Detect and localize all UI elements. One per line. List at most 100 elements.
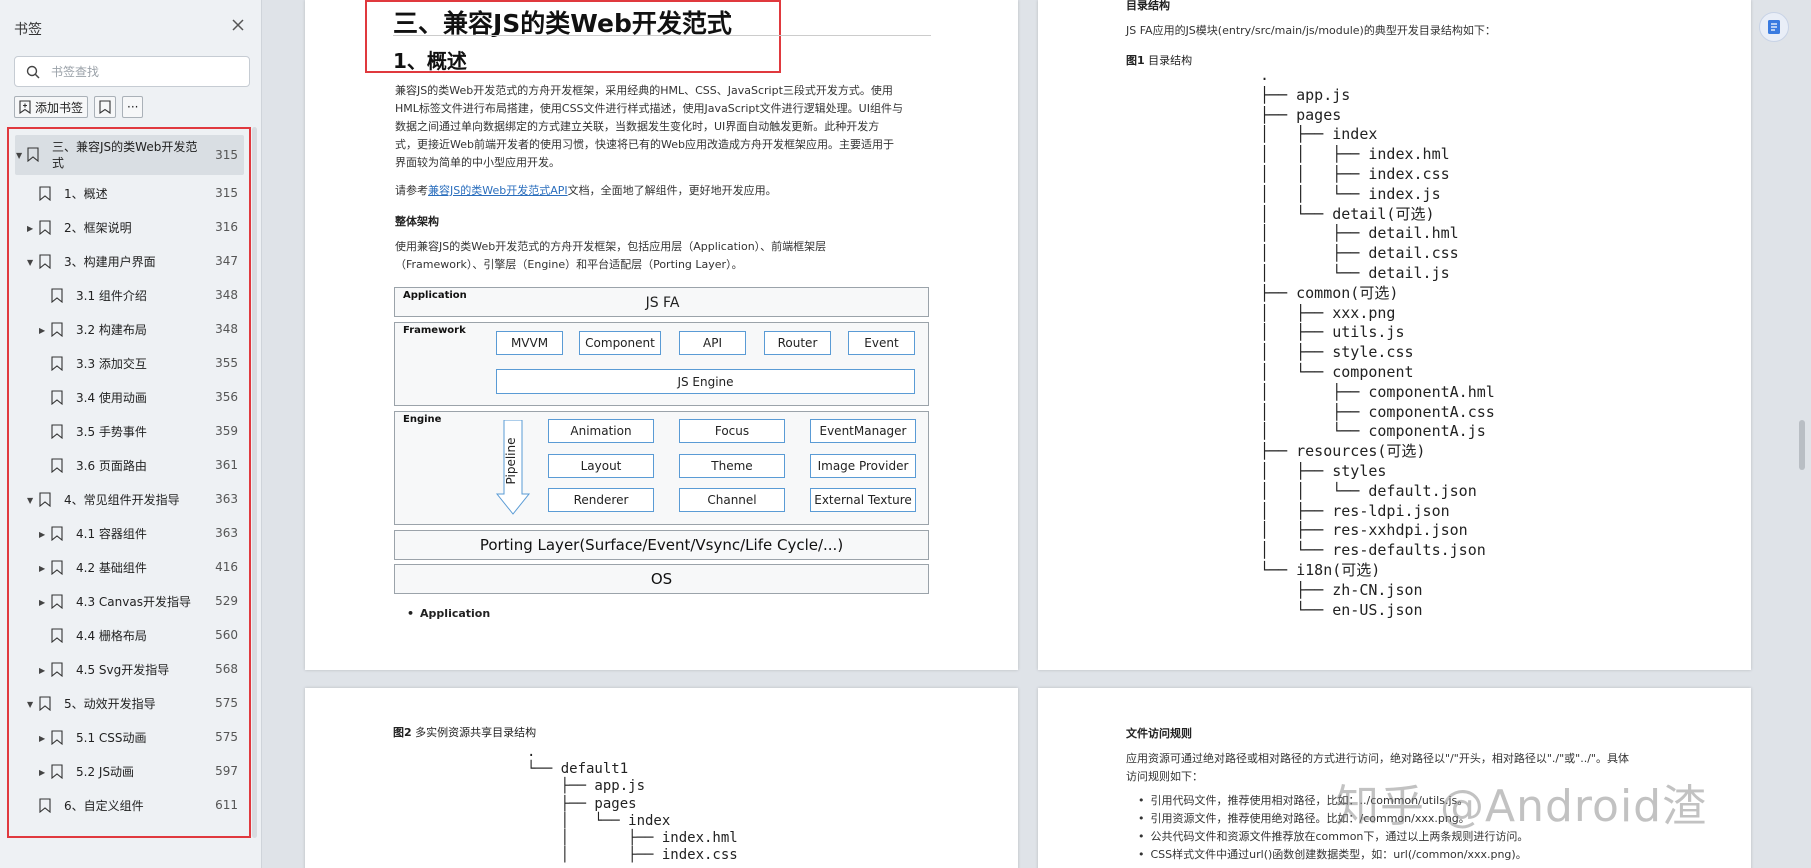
chevron-right-icon[interactable] — [27, 789, 37, 823]
bookmark-icon — [51, 424, 63, 443]
tree-line: . — [1260, 66, 1270, 84]
chevron-right-icon[interactable] — [39, 381, 49, 415]
figure-label: 图1 — [1126, 54, 1145, 67]
sidebar-item-page: 529 — [215, 594, 238, 608]
api-doc-link[interactable]: 兼容JS的类Web开发范式API — [428, 184, 568, 197]
tree-line: │ ├── style.css — [1260, 343, 1414, 362]
add-bookmark-button[interactable]: 添加书签 — [14, 96, 89, 118]
tree-line: ├── common(可选) — [1260, 283, 1399, 302]
sidebar-item[interactable]: 3.6 页面路由 361 — [15, 449, 244, 483]
sidebar-item[interactable]: 1、概述 315 — [15, 177, 244, 211]
sidebar-item[interactable]: ▶ 4.1 容器组件 363 — [15, 517, 244, 551]
chevron-right-icon[interactable] — [39, 449, 49, 483]
chevron-down-icon[interactable]: ▼ — [27, 245, 37, 279]
bookmark-button[interactable] — [94, 96, 117, 118]
tree-line: ├── zh-CN.json — [1260, 580, 1423, 599]
chevron-right-icon[interactable] — [39, 279, 49, 313]
sidebar-item[interactable]: ▶ 2、框架说明 316 — [15, 211, 244, 245]
chevron-down-icon[interactable]: ▼ — [16, 135, 26, 175]
sidebar-item[interactable]: ▶ 3.2 构建布局 348 — [15, 313, 244, 347]
sidebar-item[interactable]: ▶ 5.1 CSS动画 575 — [15, 721, 244, 755]
sidebar-item-page: 597 — [215, 764, 238, 778]
bookmark-icon — [51, 356, 63, 375]
architecture-description: 使用兼容JS的类Web开发范式的方舟开发框架，包括应用层（Application… — [395, 238, 955, 274]
sidebar-item-label: 5.1 CSS动画 — [76, 731, 147, 745]
engine-cell-renderer: Renderer — [548, 488, 654, 512]
sidebar-item-page: 347 — [215, 254, 238, 268]
bookmark-icon — [39, 254, 51, 273]
bookmark-icon — [51, 628, 63, 647]
chevron-right-icon[interactable] — [39, 619, 49, 653]
chevron-down-icon[interactable]: ▼ — [27, 687, 37, 721]
engine-cell-external-texture: External Texture — [810, 488, 916, 512]
sidebar-item[interactable]: 4.4 栅格布局 560 — [15, 619, 244, 653]
framework-layer: Framework MVVM Component API Router Even… — [394, 322, 929, 406]
bookmark-float-button[interactable] — [1759, 12, 1789, 42]
sidebar-item[interactable]: ▼ 5、动效开发指导 575 — [15, 687, 244, 721]
sidebar-item[interactable]: ▶ 4.2 基础组件 416 — [15, 551, 244, 585]
sidebar-item[interactable]: ▼ 4、常见组件开发指导 363 — [15, 483, 244, 517]
sidebar-item-label: 3.4 使用动画 — [76, 391, 147, 405]
bookmark-icon — [39, 798, 51, 817]
sidebar-item[interactable]: 6、自定义组件 611 — [15, 789, 244, 823]
chevron-right-icon[interactable]: ▶ — [39, 313, 49, 347]
chevron-right-icon[interactable] — [39, 347, 49, 381]
sidebar-item[interactable]: ▶ 4.3 Canvas开发指导 529 — [15, 585, 244, 619]
sidebar-item-page: 361 — [215, 458, 238, 472]
chevron-right-icon[interactable]: ▶ — [39, 551, 49, 585]
text-line: 使用兼容JS的类Web开发范式的方舟开发框架，包括应用层（Application… — [395, 240, 827, 253]
sidebar-item[interactable]: 3.4 使用动画 356 — [15, 381, 244, 415]
tree-line: │ ├── res-ldpi.json — [1260, 501, 1450, 520]
sidebar-item-label: 4.5 Svg开发指导 — [76, 663, 170, 677]
chevron-right-icon[interactable]: ▶ — [27, 211, 37, 245]
sidebar-item-page: 416 — [215, 560, 238, 574]
chevron-right-icon[interactable] — [27, 177, 37, 211]
sidebar-item-page: 363 — [215, 492, 238, 506]
close-icon[interactable] — [230, 17, 246, 33]
tree-line: ├── pages — [527, 795, 637, 812]
document-scrollbar[interactable] — [1799, 420, 1805, 470]
text-line: 式，更接近Web前端开发者的使用习惯，快速将已有的Web应用改造成方舟开发框架应… — [395, 138, 894, 151]
sidebar-item-label: 4.2 基础组件 — [76, 561, 147, 575]
tree-line: │ │ └── index.js — [1260, 184, 1441, 203]
chevron-right-icon[interactable] — [39, 415, 49, 449]
sidebar-item-label: 1、概述 — [64, 187, 108, 201]
tree-line: │ ├── index — [1260, 125, 1378, 144]
bookmark-icon — [51, 458, 63, 477]
bookmark-icon — [51, 526, 63, 545]
sidebar-item-label: 3.1 组件介绍 — [76, 289, 147, 303]
sidebar-item[interactable]: 3.5 手势事件 359 — [15, 415, 244, 449]
tree-line: └── en-US.json — [1260, 600, 1423, 619]
sidebar-item[interactable]: ▼ 三、兼容JS的类Web开发范式 315 — [15, 135, 244, 175]
application-layer: Application JS FA — [394, 287, 929, 317]
engine-cell-theme: Theme — [679, 454, 785, 478]
sidebar-scrollbar[interactable] — [252, 127, 257, 838]
sidebar-item[interactable]: 3.1 组件介绍 348 — [15, 279, 244, 313]
directory-tree: . ├── app.js ├── pages │ ├── index │ │ ├── i… — [1260, 66, 1495, 620]
sidebar-item[interactable]: ▶ 4.5 Svg开发指导 568 — [15, 653, 244, 687]
more-button[interactable]: ··· — [122, 96, 144, 118]
sidebar-item-label: 3.2 构建布局 — [76, 323, 147, 337]
bookmark-search-box[interactable] — [14, 56, 250, 87]
bookmark-search-input[interactable] — [51, 62, 241, 82]
chevron-right-icon[interactable]: ▶ — [39, 755, 49, 789]
tree-line: │ ├── detail.hml — [1260, 224, 1459, 243]
chevron-right-icon[interactable]: ▶ — [39, 517, 49, 551]
bookmark-toolbar: 添加书签 ··· — [14, 96, 144, 118]
sidebar-item[interactable]: ▼ 3、构建用户界面 347 — [15, 245, 244, 279]
chevron-right-icon[interactable]: ▶ — [39, 585, 49, 619]
add-bookmark-label: 添加书签 — [35, 100, 84, 115]
chevron-down-icon[interactable]: ▼ — [27, 483, 37, 517]
tree-line: │ ├── res-xxhdpi.json — [1260, 521, 1468, 540]
bookmark-icon — [51, 390, 63, 409]
section-heading: 1、概述 — [393, 49, 467, 73]
sidebar-item[interactable]: 3.3 添加交互 355 — [15, 347, 244, 381]
framework-layer-label: Framework — [403, 325, 466, 336]
sidebar-item[interactable]: ▶ 5.2 JS动画 597 — [15, 755, 244, 789]
chevron-right-icon[interactable]: ▶ — [39, 721, 49, 755]
bullet-text: CSS样式文件中通过url()函数创建数据类型，如：url(/common/xx… — [1150, 848, 1527, 861]
tree-line: ├── resources(可选) — [1260, 442, 1426, 461]
chevron-right-icon[interactable]: ▶ — [39, 653, 49, 687]
tree-line: │ │ └── default.json — [1260, 481, 1477, 500]
tree-line: ├── pages — [1260, 105, 1342, 124]
